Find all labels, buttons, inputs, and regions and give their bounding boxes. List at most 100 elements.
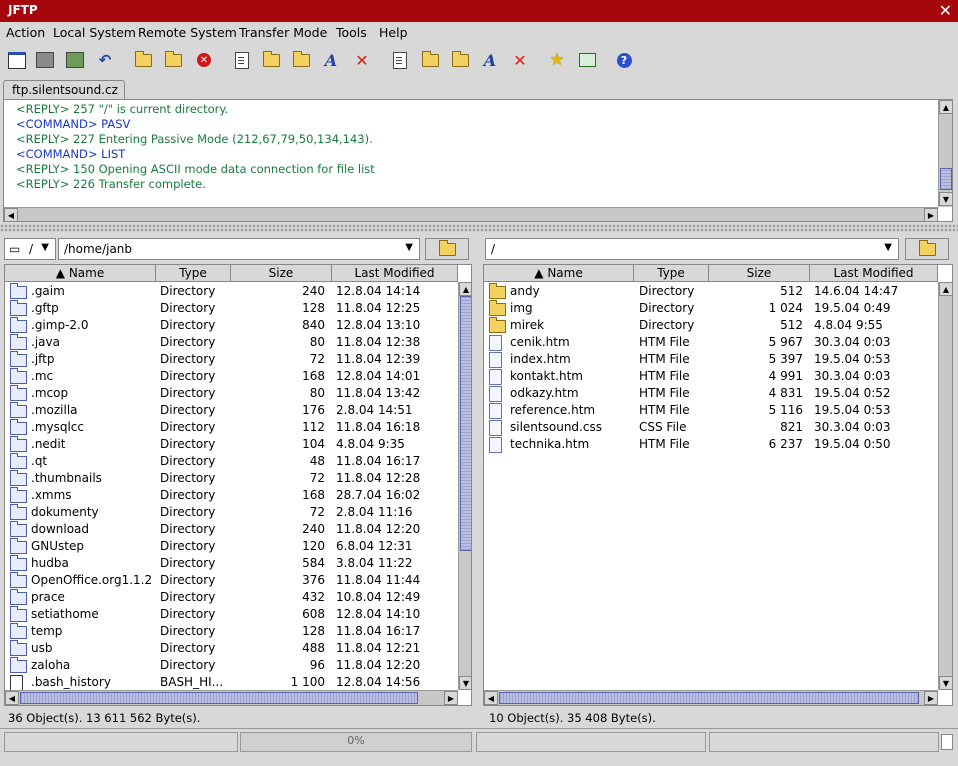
table-row[interactable]: kontakt.htm HTM File 4 991 30.3.04 0:03 (484, 368, 938, 385)
table-row[interactable]: .thumbnails Directory 72 11.8.04 12:28 (5, 470, 458, 487)
local-vertical-scrollbar[interactable]: ▲ ▼ (458, 282, 471, 690)
local-rename-icon[interactable]: A (320, 49, 342, 71)
scroll-left-icon[interactable]: ◀ (4, 208, 18, 222)
local-browse-icon[interactable] (290, 49, 312, 71)
table-row[interactable]: GNUstep Directory 120 6.8.04 12:31 (5, 538, 458, 555)
column-header-name[interactable]: ▲ Name (5, 265, 156, 282)
scroll-thumb[interactable] (20, 692, 418, 704)
scroll-right-icon[interactable]: ▶ (924, 208, 938, 222)
table-row[interactable]: .jftp Directory 72 11.8.04 12:39 (5, 351, 458, 368)
scroll-right-icon[interactable]: ▶ (444, 691, 458, 705)
local-new-file-icon[interactable] (231, 49, 253, 71)
table-row[interactable]: .java Directory 80 11.8.04 12:38 (5, 334, 458, 351)
local-delete-icon[interactable]: ✕ (351, 49, 373, 71)
reconnect-icon[interactable]: ↶ (94, 49, 116, 71)
resize-grip[interactable] (941, 734, 953, 750)
table-row[interactable]: cenik.htm HTM File 5 967 30.3.04 0:03 (484, 334, 938, 351)
menu-help[interactable]: Help (379, 25, 408, 40)
column-header-name[interactable]: ▲ Name (484, 265, 634, 282)
scroll-down-icon[interactable]: ▼ (459, 676, 471, 690)
tab-connection[interactable]: ftp.silentsound.cz (3, 80, 125, 100)
table-row[interactable]: prace Directory 432 10.8.04 12:49 (5, 589, 458, 606)
stop-icon[interactable]: ✕ (193, 49, 215, 71)
remote-new-file-icon[interactable] (389, 49, 411, 71)
table-row[interactable]: .mc Directory 168 12.8.04 14:01 (5, 368, 458, 385)
table-row[interactable]: temp Directory 128 11.8.04 16:17 (5, 623, 458, 640)
table-row[interactable]: zaloha Directory 96 11.8.04 12:20 (5, 657, 458, 674)
table-row[interactable]: .gimp-2.0 Directory 840 12.8.04 13:10 (5, 317, 458, 334)
local-open-folder-icon[interactable] (260, 49, 282, 71)
table-row[interactable]: silentsound.css CSS File 821 30.3.04 0:03 (484, 419, 938, 436)
remote-new-folder-icon[interactable] (419, 49, 441, 71)
scroll-thumb[interactable] (940, 168, 952, 190)
network-icon[interactable] (64, 49, 86, 71)
scroll-up-icon[interactable]: ▲ (939, 282, 952, 296)
table-row[interactable]: technika.htm HTM File 6 237 19.5.04 0:50 (484, 436, 938, 453)
menu-remote-system[interactable]: Remote System (138, 25, 237, 40)
remote-path-select[interactable]: / ▼ (485, 238, 899, 260)
local-horizontal-scrollbar[interactable]: ◀ ▶ (5, 690, 458, 705)
table-row[interactable]: OpenOffice.org1.1.2 Directory 376 11.8.04 1… (5, 572, 458, 589)
table-row[interactable]: .gaim Directory 240 12.8.04 14:14 (5, 283, 458, 300)
scroll-down-icon[interactable]: ▼ (939, 676, 952, 690)
table-row[interactable]: hudba Directory 584 3.8.04 11:22 (5, 555, 458, 572)
table-row[interactable]: setiathome Directory 608 12.8.04 14:10 (5, 606, 458, 623)
scroll-left-icon[interactable]: ◀ (5, 691, 19, 705)
scroll-up-icon[interactable]: ▲ (939, 100, 953, 114)
column-header-modified[interactable]: Last Modified (332, 265, 458, 282)
connect-icon[interactable] (6, 49, 28, 71)
table-row[interactable]: .xmms Directory 168 28.7.04 16:02 (5, 487, 458, 504)
close-icon[interactable]: ✕ (939, 1, 952, 20)
scroll-up-icon[interactable]: ▲ (459, 282, 471, 296)
table-row[interactable]: andy Directory 512 14.6.04 14:47 (484, 283, 938, 300)
table-row[interactable]: img Directory 1 024 19.5.04 0:49 (484, 300, 938, 317)
log-horizontal-scrollbar[interactable]: ◀ ▶ (4, 207, 938, 222)
table-row[interactable]: .mysqlcc Directory 112 11.8.04 16:18 (5, 419, 458, 436)
disconnect-icon[interactable] (34, 49, 56, 71)
column-header-type[interactable]: Type (634, 265, 709, 282)
scroll-down-icon[interactable]: ▼ (939, 192, 953, 206)
local-upload-icon[interactable] (162, 49, 184, 71)
local-path-select[interactable]: /home/janb ▼ (58, 238, 420, 260)
split-pane-divider[interactable] (0, 224, 958, 232)
scroll-right-icon[interactable]: ▶ (924, 691, 938, 705)
table-row[interactable]: .mcop Directory 80 11.8.04 13:42 (5, 385, 458, 402)
local-parent-dir-button[interactable] (425, 238, 469, 260)
menu-action[interactable]: Action (6, 25, 45, 40)
remote-delete-icon[interactable]: ✕ (509, 49, 531, 71)
console-icon[interactable] (576, 49, 598, 71)
table-row[interactable]: reference.htm HTM File 5 116 19.5.04 0:53 (484, 402, 938, 419)
table-row[interactable]: .bash_history BASH_HI... 1 100 12.8.04 14:5… (5, 674, 458, 691)
column-header-modified[interactable]: Last Modified (810, 265, 938, 282)
local-drive-select[interactable]: ▭ / ▼ (4, 238, 56, 260)
remote-vertical-scrollbar[interactable]: ▲ ▼ (938, 282, 952, 690)
table-row[interactable]: .mozilla Directory 176 2.8.04 14:51 (5, 402, 458, 419)
file-type: HTM File (639, 437, 690, 451)
remote-parent-dir-button[interactable] (905, 238, 949, 260)
remote-rename-icon[interactable]: A (479, 49, 501, 71)
table-row[interactable]: index.htm HTM File 5 397 19.5.04 0:53 (484, 351, 938, 368)
remote-horizontal-scrollbar[interactable]: ◀ ▶ (484, 690, 938, 705)
scroll-thumb[interactable] (460, 296, 471, 551)
help-icon[interactable]: ? (613, 49, 635, 71)
scroll-thumb[interactable] (499, 692, 919, 704)
column-header-type[interactable]: Type (156, 265, 231, 282)
bookmark-icon[interactable]: ★ (546, 49, 568, 71)
column-header-size[interactable]: Size (709, 265, 810, 282)
table-row[interactable]: .nedit Directory 104 4.8.04 9:35 (5, 436, 458, 453)
menu-local-system[interactable]: Local System (53, 25, 136, 40)
table-row[interactable]: .qt Directory 48 11.8.04 16:17 (5, 453, 458, 470)
menu-tools[interactable]: Tools (336, 25, 367, 40)
table-row[interactable]: dokumenty Directory 72 2.8.04 11:16 (5, 504, 458, 521)
table-row[interactable]: .gftp Directory 128 11.8.04 12:25 (5, 300, 458, 317)
scroll-left-icon[interactable]: ◀ (484, 691, 498, 705)
table-row[interactable]: odkazy.htm HTM File 4 831 19.5.04 0:52 (484, 385, 938, 402)
table-row[interactable]: usb Directory 488 11.8.04 12:21 (5, 640, 458, 657)
table-row[interactable]: mirek Directory 512 4.8.04 9:55 (484, 317, 938, 334)
column-header-size[interactable]: Size (231, 265, 332, 282)
remote-open-folder-icon[interactable] (449, 49, 471, 71)
menu-transfer-mode[interactable]: Transfer Mode (239, 25, 327, 40)
local-new-folder-icon[interactable] (132, 49, 154, 71)
table-row[interactable]: download Directory 240 11.8.04 12:20 (5, 521, 458, 538)
log-vertical-scrollbar[interactable]: ▲ ▼ (938, 100, 953, 207)
